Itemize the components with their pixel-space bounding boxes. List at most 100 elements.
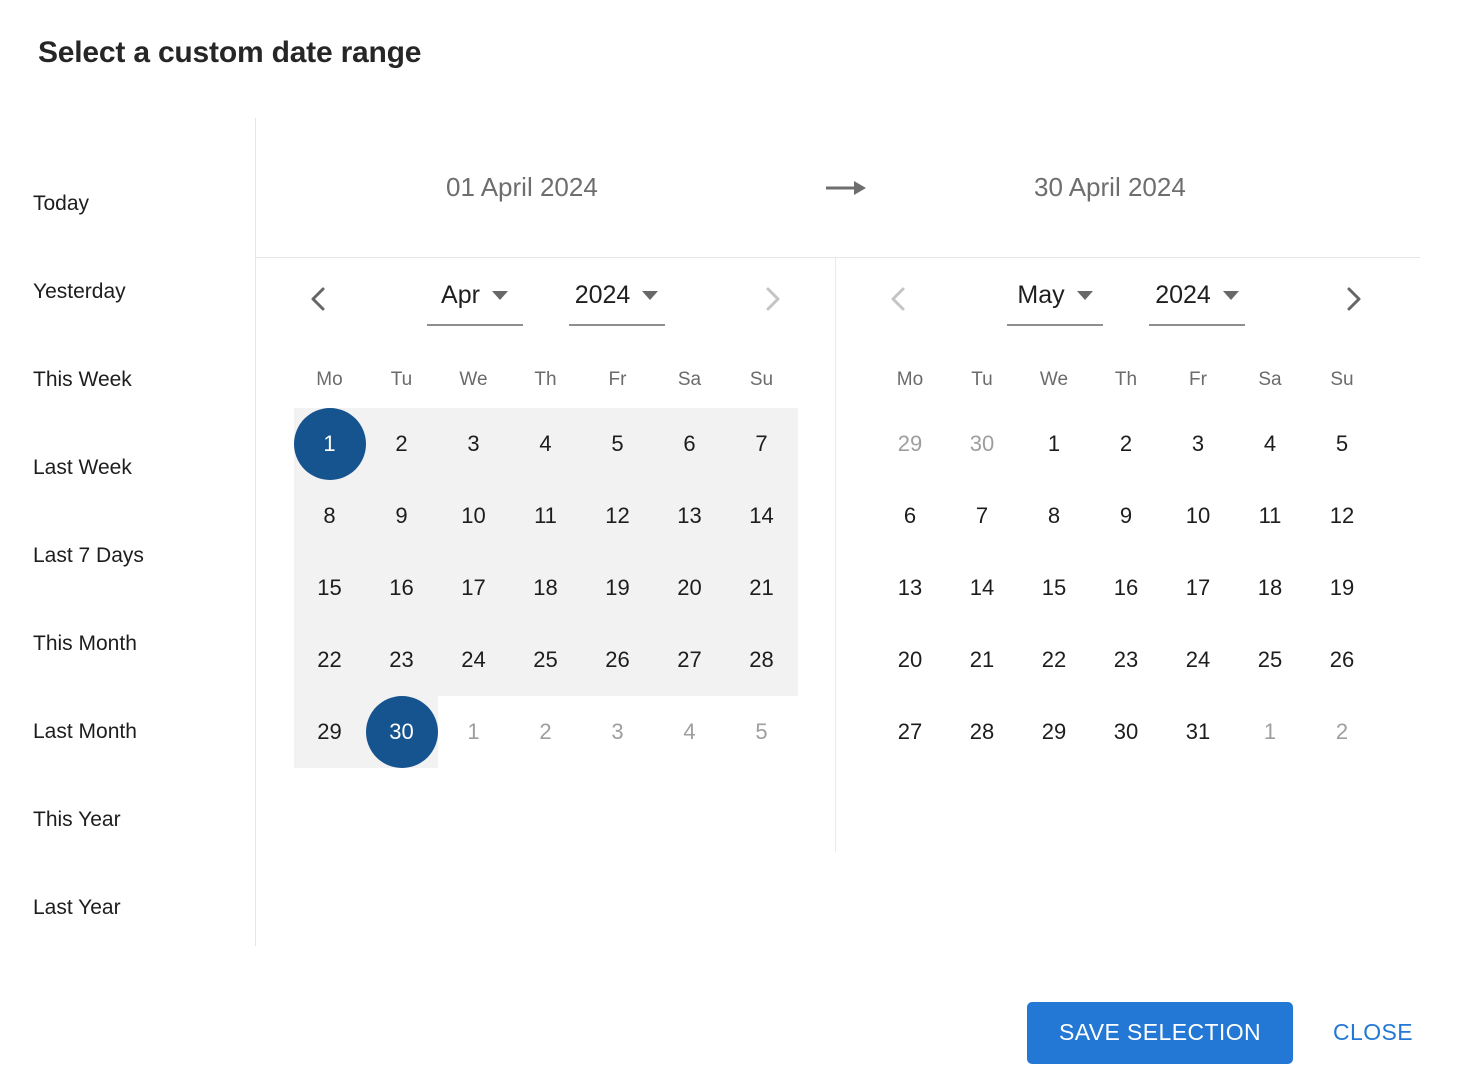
day-cell[interactable]: 26 xyxy=(581,624,654,696)
day-cell[interactable]: 31 xyxy=(1162,696,1234,768)
day-cell[interactable]: 1 xyxy=(1234,696,1306,768)
preset-item-today[interactable]: Today xyxy=(0,160,255,248)
day-cell[interactable]: 7 xyxy=(725,408,798,480)
day-cell[interactable]: 5 xyxy=(581,408,654,480)
day-cell[interactable]: 2 xyxy=(365,408,438,480)
day-cell[interactable]: 2 xyxy=(1306,696,1378,768)
day-cell[interactable]: 10 xyxy=(437,480,510,552)
day-cell[interactable]: 2 xyxy=(510,696,582,768)
day-cell[interactable]: 27 xyxy=(874,696,946,768)
year-select[interactable]: 2024 xyxy=(568,276,665,326)
range-start-date[interactable]: 01 April 2024 xyxy=(446,172,598,203)
preset-item-last-week[interactable]: Last Week xyxy=(0,424,255,512)
day-cell[interactable]: 1 xyxy=(1018,408,1090,480)
month-select-underline xyxy=(1007,324,1103,326)
year-select[interactable]: 2024 xyxy=(1149,276,1245,326)
day-cell[interactable]: 28 xyxy=(946,696,1018,768)
day-cell[interactable]: 21 xyxy=(725,552,798,624)
day-cell[interactable]: 8 xyxy=(1018,480,1090,552)
day-cell[interactable]: 9 xyxy=(1090,480,1162,552)
day-cell[interactable]: 17 xyxy=(437,552,510,624)
day-cell[interactable]: 23 xyxy=(1090,624,1162,696)
day-cell[interactable]: 12 xyxy=(1306,480,1378,552)
day-cell[interactable]: 3 xyxy=(437,408,510,480)
range-end-date[interactable]: 30 April 2024 xyxy=(1034,172,1186,203)
day-cell[interactable]: 14 xyxy=(946,552,1018,624)
day-cell[interactable]: 11 xyxy=(509,480,582,552)
day-cell[interactable]: 27 xyxy=(653,624,726,696)
day-cell[interactable]: 18 xyxy=(509,552,582,624)
day-cell[interactable]: 23 xyxy=(365,624,438,696)
chevron-down-icon xyxy=(491,290,508,300)
day-label: 26 xyxy=(605,647,630,672)
day-cell[interactable]: 30 xyxy=(365,696,438,768)
day-cell[interactable]: 6 xyxy=(653,408,726,480)
chevron-right-icon[interactable] xyxy=(1330,276,1376,322)
day-cell[interactable]: 28 xyxy=(725,624,798,696)
day-cell[interactable]: 24 xyxy=(1162,624,1234,696)
close-button[interactable]: CLOSE xyxy=(1327,1019,1419,1046)
day-cell[interactable]: 7 xyxy=(946,480,1018,552)
day-cell[interactable]: 11 xyxy=(1234,480,1306,552)
day-cell[interactable]: 15 xyxy=(1018,552,1090,624)
day-cell[interactable]: 1 xyxy=(293,408,366,480)
day-cell[interactable]: 18 xyxy=(1234,552,1306,624)
month-select[interactable]: May xyxy=(1007,276,1103,326)
day-cell[interactable]: 12 xyxy=(581,480,654,552)
day-cell[interactable]: 17 xyxy=(1162,552,1234,624)
day-cell[interactable]: 4 xyxy=(654,696,726,768)
day-cell[interactable]: 29 xyxy=(874,408,946,480)
day-label: 8 xyxy=(323,503,336,528)
preset-item-this-week[interactable]: This Week xyxy=(0,336,255,424)
chevron-right-icon xyxy=(749,276,795,322)
day-cell[interactable]: 16 xyxy=(1090,552,1162,624)
day-cell[interactable]: 30 xyxy=(1090,696,1162,768)
day-cell[interactable]: 13 xyxy=(874,552,946,624)
save-selection-button[interactable]: SAVE SELECTION xyxy=(1027,1001,1294,1064)
day-cell[interactable]: 4 xyxy=(1234,408,1306,480)
day-cell[interactable]: 25 xyxy=(509,624,582,696)
day-cell[interactable]: 9 xyxy=(365,480,438,552)
day-cell[interactable]: 19 xyxy=(581,552,654,624)
day-cell[interactable]: 16 xyxy=(365,552,438,624)
day-cell[interactable]: 10 xyxy=(1162,480,1234,552)
weekday-header-row: Mo Tu We Th Fr Sa Su xyxy=(836,364,1416,396)
day-cell[interactable]: 5 xyxy=(726,696,798,768)
day-cell[interactable]: 5 xyxy=(1306,408,1378,480)
day-cell[interactable]: 19 xyxy=(1306,552,1378,624)
day-cell[interactable]: 13 xyxy=(653,480,726,552)
day-cell[interactable]: 29 xyxy=(1018,696,1090,768)
day-cell[interactable]: 26 xyxy=(1306,624,1378,696)
day-cell[interactable]: 6 xyxy=(874,480,946,552)
day-cell[interactable]: 15 xyxy=(293,552,366,624)
day-cell[interactable]: 3 xyxy=(582,696,654,768)
day-cell[interactable]: 22 xyxy=(1018,624,1090,696)
day-cell[interactable]: 20 xyxy=(653,552,726,624)
day-cell[interactable]: 1 xyxy=(438,696,510,768)
day-label: 29 xyxy=(317,719,342,744)
day-cell[interactable]: 29 xyxy=(293,696,366,768)
preset-item-last-7-days[interactable]: Last 7 Days xyxy=(0,512,255,600)
day-cell[interactable]: 21 xyxy=(946,624,1018,696)
day-cell[interactable]: 8 xyxy=(293,480,366,552)
day-cell[interactable]: 30 xyxy=(946,408,1018,480)
preset-item-last-month[interactable]: Last Month xyxy=(0,688,255,776)
day-cell[interactable]: 25 xyxy=(1234,624,1306,696)
day-cell[interactable]: 14 xyxy=(725,480,798,552)
preset-item-last-year[interactable]: Last Year xyxy=(0,864,255,952)
day-cell[interactable]: 2 xyxy=(1090,408,1162,480)
calendar-week-row: 13 14 15 16 17 18 19 xyxy=(836,552,1416,624)
day-cell[interactable]: 20 xyxy=(874,624,946,696)
chevron-left-icon[interactable] xyxy=(296,276,342,322)
weekday-label: Su xyxy=(749,369,774,390)
day-cell[interactable]: 4 xyxy=(509,408,582,480)
month-select[interactable]: Apr xyxy=(426,276,523,326)
day-cell[interactable]: 22 xyxy=(293,624,366,696)
preset-item-this-month[interactable]: This Month xyxy=(0,600,255,688)
day-cell[interactable]: 24 xyxy=(437,624,510,696)
calendar-week-row: 8 9 10 11 12 13 14 xyxy=(256,480,835,552)
day-cell[interactable]: 3 xyxy=(1162,408,1234,480)
preset-item-this-year[interactable]: This Year xyxy=(0,776,255,864)
preset-item-yesterday[interactable]: Yesterday xyxy=(0,248,255,336)
day-label: 4 xyxy=(1263,431,1277,456)
